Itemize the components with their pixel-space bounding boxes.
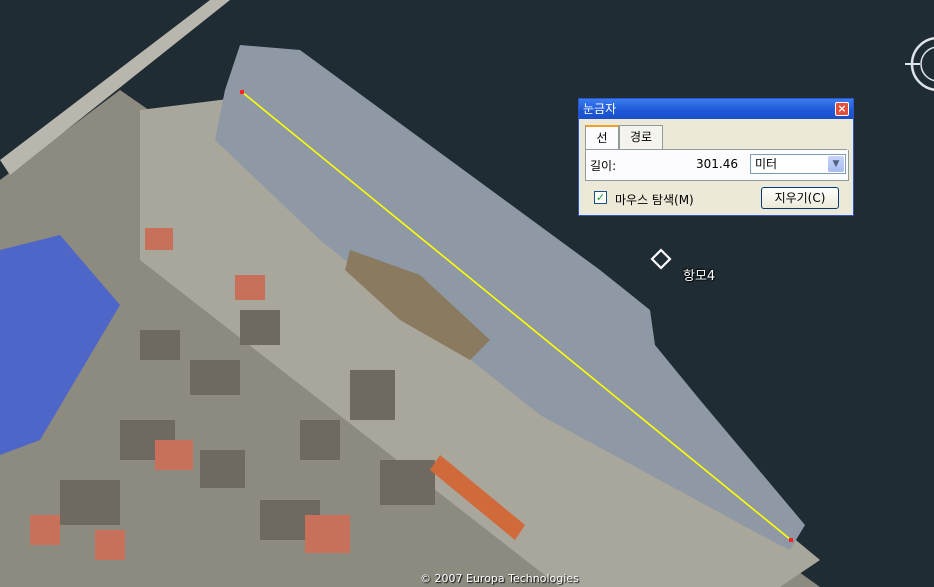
- length-label: 길이:: [590, 159, 617, 173]
- tab-line[interactable]: 선: [585, 125, 619, 150]
- clear-button[interactable]: 지우기(C): [761, 187, 839, 209]
- length-value: 301.46: [696, 157, 738, 171]
- dialog-title: 눈금자: [583, 102, 617, 116]
- measure-start-point[interactable]: [240, 90, 244, 94]
- placemark-label[interactable]: 항모4: [683, 265, 715, 284]
- dropdown-arrow-icon[interactable]: ▼: [828, 156, 844, 172]
- length-panel: 길이: 301.46 미터 ▼: [585, 150, 849, 181]
- tab-path[interactable]: 경로: [619, 125, 663, 149]
- close-icon[interactable]: ×: [835, 102, 849, 116]
- copyright-notice: © 2007 Europa Technologies: [420, 572, 579, 585]
- ruler-dialog: 눈금자 × 선 경로 길이: 301.46 미터 ▼ ✓ 마우스 탐색(M) 지…: [578, 98, 854, 216]
- measure-end-point[interactable]: [789, 538, 793, 542]
- unit-select[interactable]: 미터 ▼: [750, 154, 846, 174]
- dialog-title-bar[interactable]: 눈금자 ×: [579, 99, 853, 119]
- satellite-map[interactable]: [0, 0, 934, 587]
- mouse-nav-label[interactable]: 마우스 탐색(M): [615, 191, 694, 208]
- checkbox-checked-icon[interactable]: ✓: [594, 191, 607, 204]
- unit-selected-value: 미터: [755, 157, 778, 171]
